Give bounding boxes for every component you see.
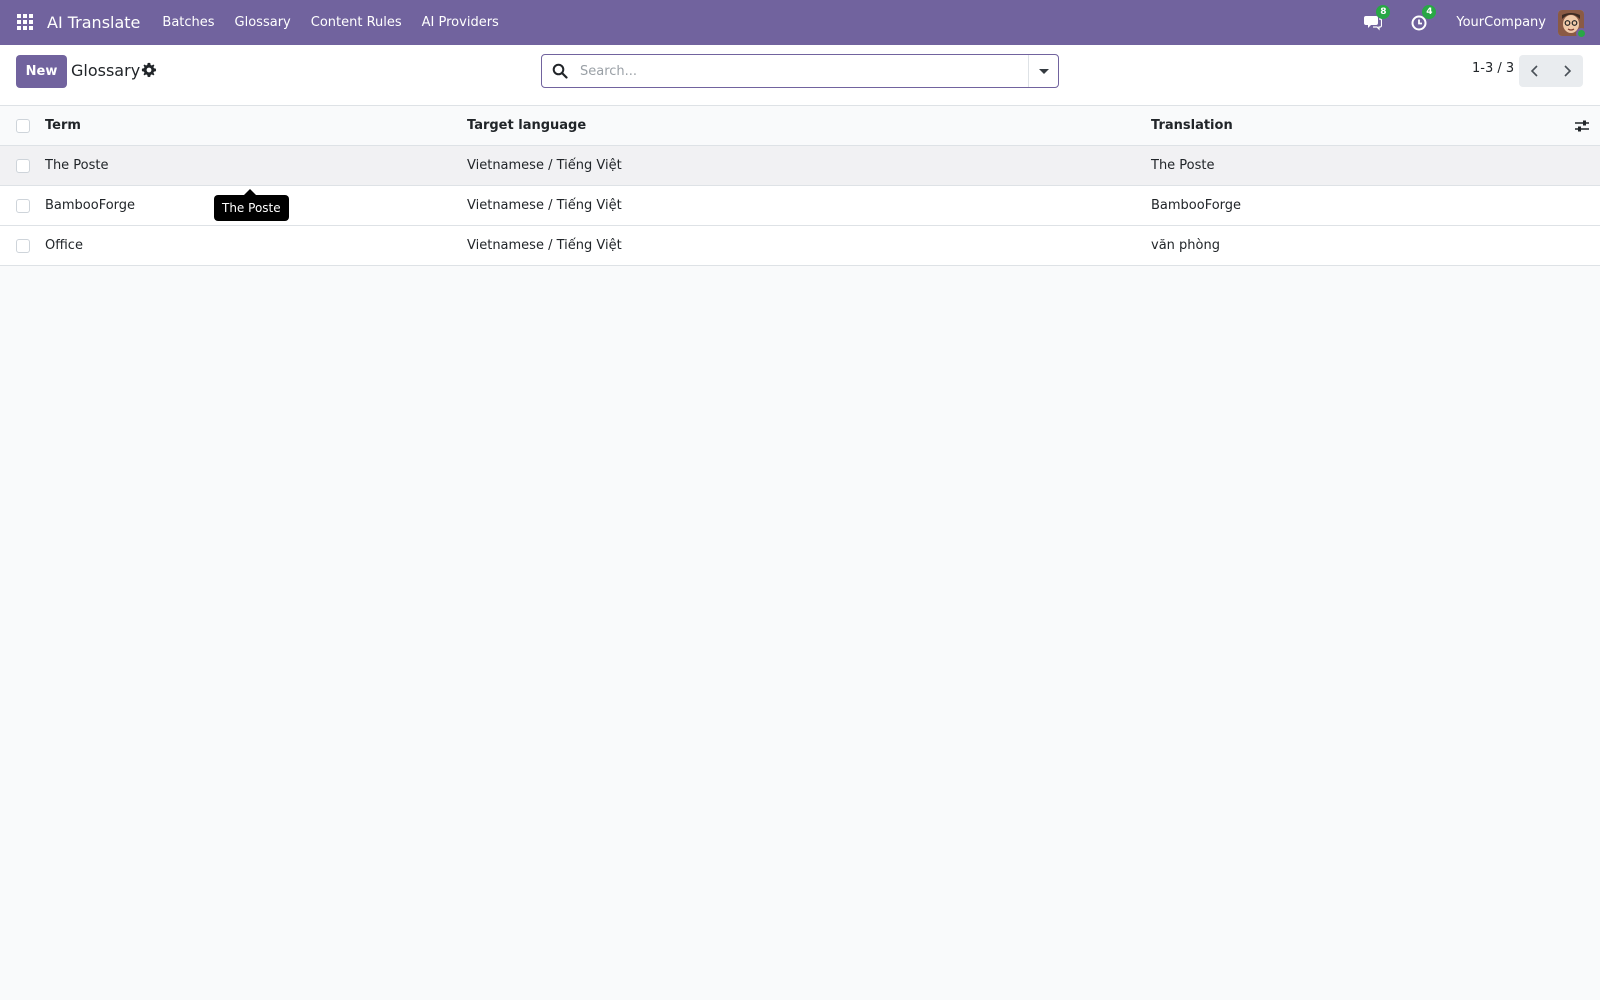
- caret-down-icon: [1038, 68, 1049, 74]
- user-avatar[interactable]: [1558, 9, 1587, 39]
- messages-count-badge: 8: [1376, 4, 1391, 19]
- navbar-systray: 8 4 YourCompany: [1364, 4, 1600, 39]
- column-header-translation[interactable]: Translation: [1151, 106, 1233, 145]
- activities-count-badge: 4: [1422, 4, 1437, 19]
- app-name[interactable]: AI Translate: [47, 13, 140, 32]
- breadcrumb-title: Glossary: [71, 61, 141, 80]
- select-all-checkbox[interactable]: [16, 119, 30, 133]
- search-input[interactable]: [580, 63, 1010, 79]
- gear-icon[interactable]: [141, 62, 157, 78]
- glossary-list: Term Target language Translation The Pos…: [0, 106, 1600, 266]
- cell-target-language[interactable]: Vietnamese / Tiếng Việt: [467, 226, 622, 265]
- table-header: Term Target language Translation: [0, 106, 1600, 146]
- cell-term[interactable]: The Poste: [45, 146, 109, 185]
- menu-item-batches[interactable]: Batches: [152, 15, 224, 30]
- apps-menu-icon[interactable]: [17, 13, 35, 32]
- tooltip: The Poste: [214, 195, 289, 221]
- cell-term[interactable]: Office: [45, 226, 83, 265]
- search-box: [541, 54, 1059, 88]
- optional-columns-toggle-icon[interactable]: [1574, 118, 1590, 134]
- top-navbar: AI Translate Batches Glossary Content Ru…: [0, 0, 1600, 45]
- column-header-target-language[interactable]: Target language: [467, 106, 586, 145]
- cell-translation[interactable]: The Poste: [1151, 146, 1215, 185]
- search-icon: [552, 63, 568, 79]
- company-switcher[interactable]: YourCompany: [1456, 15, 1546, 30]
- new-button[interactable]: New: [16, 55, 67, 88]
- search-options-toggle[interactable]: [1028, 55, 1058, 87]
- menu-item-ai-providers[interactable]: AI Providers: [412, 15, 509, 30]
- row-checkbox[interactable]: [16, 159, 30, 173]
- online-status-indicator: [1576, 27, 1587, 39]
- main-menu: Batches Glossary Content Rules AI Provid…: [152, 15, 508, 30]
- table-row[interactable]: Office Vietnamese / Tiếng Việt văn phòng: [0, 226, 1600, 266]
- cell-translation[interactable]: BambooForge: [1151, 186, 1241, 225]
- activities-button[interactable]: 4: [1410, 4, 1437, 33]
- cell-translation[interactable]: văn phòng: [1151, 226, 1220, 265]
- menu-item-glossary[interactable]: Glossary: [225, 15, 301, 30]
- pager-next-button[interactable]: [1551, 55, 1583, 87]
- messaging-button[interactable]: 8: [1364, 4, 1391, 33]
- chevron-left-icon: [1530, 65, 1538, 77]
- table-row[interactable]: The Poste Vietnamese / Tiếng Việt The Po…: [0, 146, 1600, 186]
- cell-term[interactable]: BambooForge: [45, 186, 135, 225]
- pager-previous-button[interactable]: [1519, 55, 1551, 87]
- column-header-term[interactable]: Term: [45, 106, 81, 145]
- menu-item-content-rules[interactable]: Content Rules: [301, 15, 412, 30]
- pager-value[interactable]: 1-3 / 3: [1472, 61, 1514, 76]
- control-panel: New Glossary 1-3 / 3: [0, 45, 1600, 106]
- row-checkbox[interactable]: [16, 239, 30, 253]
- cell-target-language[interactable]: Vietnamese / Tiếng Việt: [467, 146, 622, 185]
- chevron-right-icon: [1564, 65, 1572, 77]
- row-checkbox[interactable]: [16, 199, 30, 213]
- cell-target-language[interactable]: Vietnamese / Tiếng Việt: [467, 186, 622, 225]
